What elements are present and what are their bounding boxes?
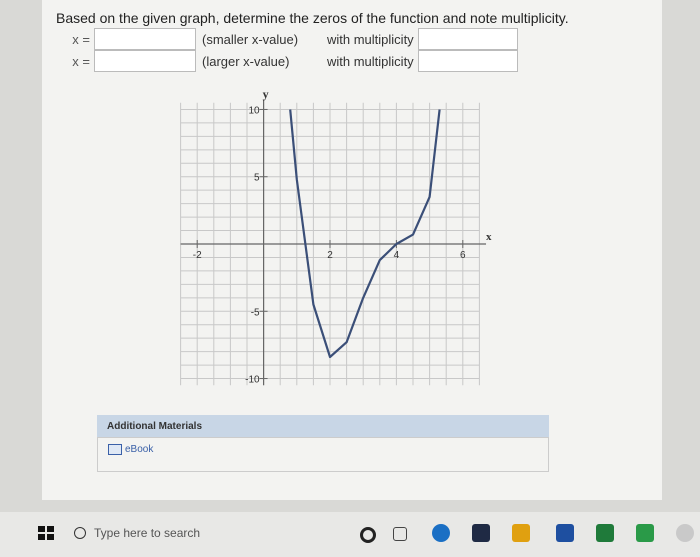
y-tick-label: -10	[245, 375, 260, 386]
smaller-zero-input[interactable]	[94, 28, 196, 50]
smaller-multiplicity-input[interactable]	[417, 28, 518, 50]
multiplicity-label: with multiplicity	[327, 31, 414, 47]
y-tick-label: 5	[254, 173, 260, 184]
function-graph: -2 2 4 6 10 5 -5 -10 x y	[180, 87, 492, 386]
x-tick-label: 2	[327, 250, 333, 261]
answer-row-larger: x = (larger x-value) with multiplicity	[56, 50, 518, 72]
x-tick-label: -2	[193, 250, 202, 261]
search-placeholder: Type here to search	[94, 526, 201, 540]
larger-multiplicity-input[interactable]	[417, 50, 518, 72]
task-view-icon[interactable]	[393, 527, 407, 541]
function-curve	[289, 109, 441, 359]
x-tick-label: 4	[394, 250, 400, 261]
multiplicity-label: with multiplicity	[327, 53, 414, 69]
edge-icon[interactable]	[432, 524, 450, 542]
larger-zero-input[interactable]	[94, 50, 196, 72]
app-icon-blue[interactable]	[556, 524, 574, 542]
x-equals-label: x =	[72, 53, 90, 69]
cortana-icon[interactable]	[360, 527, 376, 543]
ebook-link[interactable]: eBook	[108, 444, 153, 455]
larger-hint: (larger x-value)	[202, 53, 290, 69]
y-tick-label: 10	[248, 105, 260, 116]
app-icon-yellow[interactable]	[512, 524, 530, 542]
x-equals-label: x =	[72, 31, 90, 47]
taskbar-search[interactable]: Type here to search	[62, 522, 282, 544]
windows-start-icon[interactable]	[38, 526, 54, 540]
question-text: Based on the given graph, determine the …	[56, 10, 569, 26]
search-icon	[74, 527, 86, 539]
book-icon	[108, 444, 122, 455]
answer-row-smaller: x = (smaller x-value) with multiplicity	[56, 28, 518, 50]
y-tick-label: -5	[251, 307, 260, 318]
app-icon-green[interactable]	[596, 524, 614, 542]
additional-materials-body	[97, 437, 549, 472]
app-icon-green-2[interactable]	[636, 524, 654, 542]
ebook-label: eBook	[125, 444, 154, 455]
system-tray-icon[interactable]	[676, 524, 694, 542]
x-tick-label: 6	[460, 250, 466, 261]
store-icon[interactable]	[472, 524, 490, 542]
y-axis-label: y	[263, 87, 269, 101]
additional-materials-header: Additional Materials	[97, 415, 549, 437]
smaller-hint: (smaller x-value)	[202, 31, 299, 47]
x-axis-label: x	[486, 231, 492, 243]
